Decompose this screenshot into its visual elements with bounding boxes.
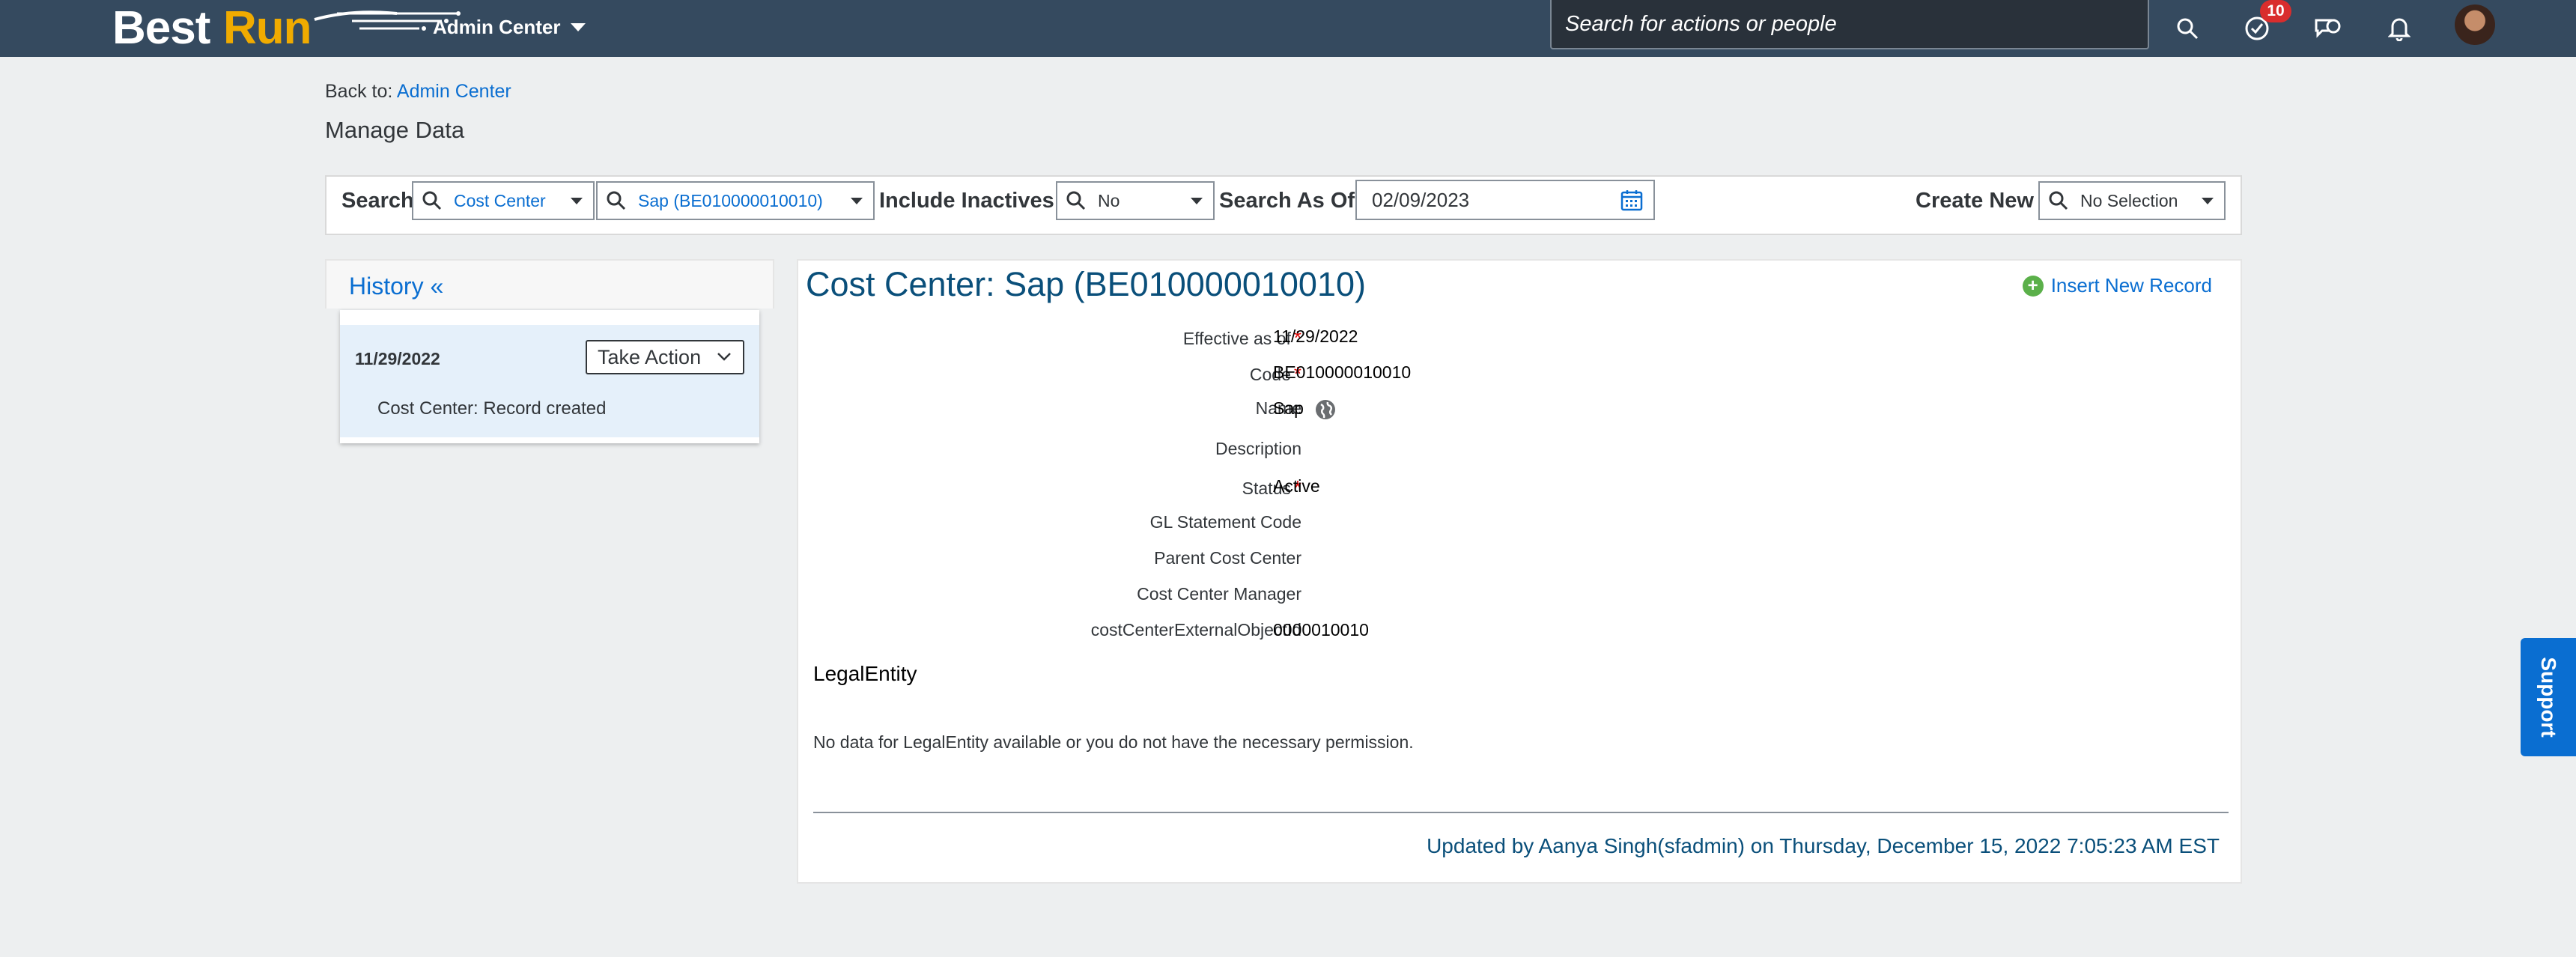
include-inactives-select[interactable]: No <box>1056 181 1215 220</box>
support-tab[interactable]: Support <box>2521 638 2576 756</box>
dropdown-arrow-icon <box>851 197 863 204</box>
object-value: Sap (BE010000010010) <box>638 190 823 210</box>
search-icon <box>1066 191 1086 210</box>
record-title: Cost Center: Sap (BE010000010010) <box>806 265 1366 303</box>
name-value: Sap <box>1273 398 1304 419</box>
search-icon <box>422 191 442 210</box>
legal-entity-section-title: LegalEntity <box>813 662 917 685</box>
history-list: 11/29/2022 Take Action Cost Center: Reco… <box>340 310 759 443</box>
history-item-date: 11/29/2022 <box>355 349 440 368</box>
admin-center-menu[interactable]: Admin Center <box>433 12 586 42</box>
field-label: Description <box>1215 439 1301 458</box>
field-value: Sap <box>1273 398 1337 421</box>
search-as-of-date-input[interactable] <box>1372 188 1597 212</box>
user-avatar[interactable] <box>2455 4 2495 45</box>
dropdown-arrow-icon <box>2202 197 2214 204</box>
object-value-select[interactable]: Sap (BE010000010010) <box>596 181 875 220</box>
insert-new-record-label: Insert New Record <box>2050 274 2212 297</box>
take-action-label: Take Action <box>598 345 702 368</box>
dropdown-arrow-icon <box>571 197 583 204</box>
search-as-of-label: Search As Of: <box>1219 189 1362 213</box>
field-value: 0000010010 <box>1273 620 1369 639</box>
field-label: Parent Cost Center <box>1154 548 1301 568</box>
field-status: Status * Active <box>798 476 2244 506</box>
search-button[interactable] <box>2166 7 2208 49</box>
notifications-button[interactable] <box>2378 7 2420 49</box>
history-panel: History « 11/29/2022 Take Action Cost Ce… <box>325 259 774 446</box>
create-new-select[interactable]: No Selection <box>2038 181 2226 220</box>
legal-entity-message: No data for LegalEntity available or you… <box>813 732 1414 752</box>
search-label: Search <box>341 189 414 213</box>
field-value: BE010000010010 <box>1273 362 1412 382</box>
history-collapse-toggle[interactable]: History « <box>349 273 443 300</box>
shell-bar: Best Run Admin Center 10 <box>0 0 2576 57</box>
insert-new-record-button[interactable]: + Insert New Record <box>2022 274 2212 297</box>
logo-run-text: Run <box>223 2 312 54</box>
search-icon <box>607 191 626 210</box>
bell-icon <box>2388 18 2411 41</box>
chevron-down-icon <box>717 353 731 361</box>
global-search-field[interactable] <box>1550 0 2149 49</box>
field-external-object-id: costCenterExternalObjectId 0000010010 <box>798 620 2244 650</box>
field-gl-statement-code: GL Statement Code <box>798 512 2244 542</box>
notification-count-badge: 10 <box>2260 0 2291 22</box>
field-label: Cost Center Manager <box>1137 584 1301 604</box>
admin-center-menu-label: Admin Center <box>433 15 561 38</box>
include-inactives-value: No <box>1098 190 1120 210</box>
object-type-value: Cost Center <box>454 190 546 210</box>
breadcrumb-prefix: Back to: <box>325 81 393 102</box>
calendar-icon[interactable] <box>1620 189 1643 211</box>
field-value: 11/29/2022 <box>1273 326 1358 346</box>
record-detail-panel: Cost Center: Sap (BE010000010010) + Inse… <box>797 259 2242 884</box>
logo-best-text: Best <box>112 2 210 54</box>
history-item-description: Cost Center: Record created <box>377 398 607 419</box>
create-new-label: Create New <box>1916 189 2034 213</box>
global-search-input[interactable] <box>1552 0 2148 48</box>
feedback-button[interactable] <box>2306 7 2348 49</box>
create-new-value: No Selection <box>2080 190 2178 210</box>
search-icon <box>2049 191 2068 210</box>
globe-icon[interactable] <box>1314 398 1337 421</box>
include-inactives-label: Include Inactives: <box>879 189 1062 213</box>
chat-bubbles-icon <box>2315 19 2341 38</box>
field-description: Description <box>798 439 2244 469</box>
search-toolbar: Search Cost Center Sap (BE010000010010) … <box>325 175 2242 235</box>
divider <box>813 812 2229 813</box>
support-label: Support <box>2537 657 2560 738</box>
search-as-of-date-field[interactable] <box>1355 180 1655 220</box>
history-header: History « <box>325 259 774 309</box>
add-icon: + <box>2022 275 2044 297</box>
field-code: Code * BE010000010010 <box>798 362 2244 392</box>
field-name: Name Sap <box>798 398 2244 428</box>
field-label: GL Statement Code <box>1149 512 1301 532</box>
breadcrumb-link-admin-center[interactable]: Admin Center <box>397 81 511 102</box>
field-parent-cost-center: Parent Cost Center <box>798 548 2244 578</box>
object-type-select[interactable]: Cost Center <box>412 181 595 220</box>
field-effective-as-of: Effective as of * 11/29/2022 <box>798 326 2244 356</box>
history-item[interactable]: 11/29/2022 Take Action Cost Center: Reco… <box>340 325 759 437</box>
page-title: Manage Data <box>325 117 465 143</box>
field-cost-center-manager: Cost Center Manager <box>798 584 2244 614</box>
dropdown-arrow-icon <box>1191 197 1203 204</box>
take-action-button[interactable]: Take Action <box>586 340 744 374</box>
breadcrumb: Back to: Admin Center <box>325 81 511 103</box>
field-label: costCenterExternalObjectId <box>1090 620 1301 639</box>
last-updated-text: Updated by Aanya Singh(sfadmin) on Thurs… <box>1427 834 2220 857</box>
field-value: Active <box>1273 476 1320 496</box>
caret-down-icon <box>571 22 586 31</box>
search-icon <box>2177 18 2199 40</box>
